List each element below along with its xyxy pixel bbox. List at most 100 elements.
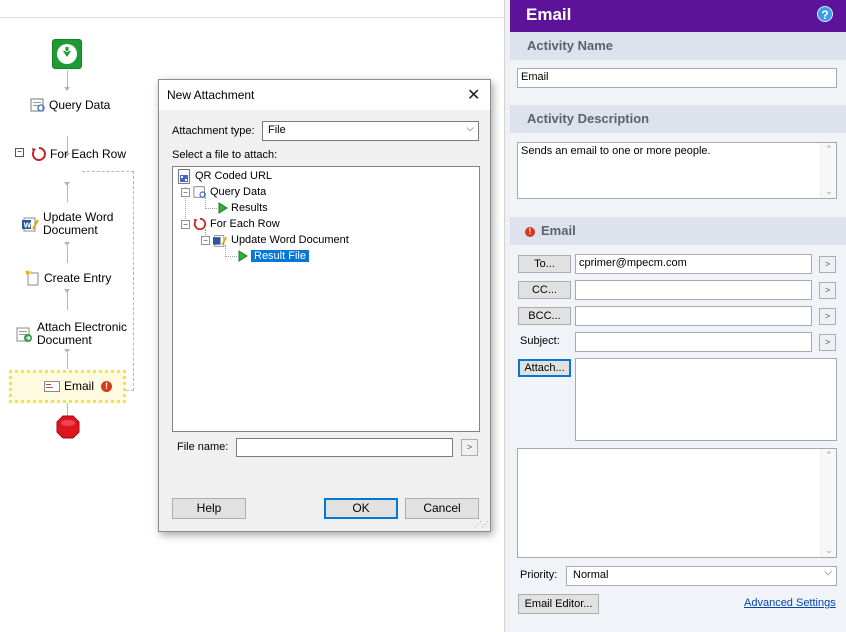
start-node[interactable] [52, 39, 82, 69]
cancel-button[interactable]: Cancel [405, 498, 479, 519]
activity-name-input[interactable]: Email [517, 68, 837, 88]
create-entry-icon [25, 270, 39, 286]
chevron-down-icon: ⌵ [466, 123, 474, 134]
email-body-input[interactable]: ⌃ ⌄ [517, 448, 837, 558]
warning-icon: ! [525, 227, 535, 237]
to-input[interactable]: cprimer@mpecm.com [575, 254, 812, 274]
attach-button[interactable]: Attach... [518, 359, 571, 377]
help-button[interactable]: Help [172, 498, 246, 519]
qr-code-icon [178, 168, 190, 184]
tree-item-qr-coded-url[interactable]: QR Coded URL [178, 168, 272, 184]
activity-description-text: Sends an email to one or more people. [521, 145, 711, 157]
attachments-list[interactable] [575, 358, 837, 441]
activity-name-heading: Activity Name [510, 32, 846, 60]
tree-item-result-file[interactable]: Result File [238, 248, 310, 264]
priority-label: Priority: [520, 569, 558, 581]
tree-item-query-data[interactable]: − Query Data [181, 184, 266, 200]
ok-button[interactable]: OK [324, 498, 398, 519]
activity-description-input[interactable]: Sends an email to one or more people. ⌃ ⌄ [517, 142, 837, 199]
subject-input[interactable] [575, 332, 812, 352]
node-label: Query Data [49, 97, 111, 112]
tree-item-results[interactable]: Results [218, 200, 268, 216]
loop-icon [193, 217, 207, 231]
attachment-type-label: Attachment type: [172, 125, 255, 137]
node-email[interactable]: Email ! [9, 370, 126, 403]
advanced-settings-link[interactable]: Advanced Settings [744, 597, 836, 609]
connector-arrow [64, 289, 70, 293]
collapse-toggle[interactable]: − [181, 219, 190, 229]
node-label: Email [64, 379, 95, 393]
connector-arrow [64, 182, 70, 186]
cc-expand-button[interactable]: > [819, 282, 836, 299]
file-tree[interactable]: QR Coded URL − Query Data Results − For … [172, 166, 480, 432]
bcc-input[interactable] [575, 306, 812, 326]
node-query-data[interactable]: Query Data [30, 97, 110, 113]
subject-label: Subject: [520, 335, 560, 347]
tree-label-selected: Result File [250, 249, 310, 263]
select-file-label: Select a file to attach: [172, 149, 278, 161]
connector-arrow [64, 242, 70, 246]
priority-value: Normal [573, 569, 609, 581]
word-document-icon [213, 234, 228, 247]
collapse-toggle[interactable]: − [201, 235, 210, 245]
chevron-down-icon: ⌵ [824, 567, 832, 578]
panel-title: Email [526, 5, 572, 24]
connector [67, 246, 68, 263]
activity-description-heading: Activity Description [510, 105, 846, 133]
bcc-button[interactable]: BCC... [518, 307, 571, 325]
node-create-entry[interactable]: Create Entry [25, 270, 111, 286]
tree-label: For Each Row [210, 218, 280, 230]
warning-icon: ! [101, 380, 113, 392]
loop-icon [31, 147, 46, 161]
node-label: For Each Row [50, 146, 127, 161]
file-name-browse-button[interactable]: > [461, 439, 478, 456]
connector-arrow [64, 349, 70, 353]
cc-button[interactable]: CC... [518, 281, 571, 299]
tree-label: QR Coded URL [195, 170, 273, 182]
email-section-label: Email [541, 223, 576, 238]
email-editor-button[interactable]: Email Editor... [518, 594, 599, 614]
attachment-type-select[interactable]: File ⌵ [262, 121, 479, 141]
play-arrow-icon [218, 202, 228, 214]
attachment-type-value: File [268, 124, 286, 136]
cc-input[interactable] [575, 280, 812, 300]
start-arrow-icon [57, 44, 77, 64]
to-button[interactable]: To... [518, 255, 571, 273]
svg-text:W: W [24, 222, 32, 230]
tree-guide [225, 256, 237, 257]
stop-icon[interactable] [56, 415, 80, 439]
tree-item-for-each-row[interactable]: − For Each Row [181, 216, 280, 232]
help-icon[interactable]: ? [817, 6, 833, 22]
properties-panel: Email ? Activity Name Email Activity Des… [510, 0, 846, 632]
node-for-each-row[interactable]: For Each Row [31, 146, 126, 162]
loop-collapse-toggle[interactable]: − [15, 148, 24, 157]
connector [67, 290, 68, 310]
tree-guide [205, 208, 217, 209]
file-name-input[interactable] [236, 438, 453, 457]
resize-grip-icon[interactable]: ⋰⋰ [474, 520, 489, 529]
word-document-icon: W [22, 217, 39, 232]
description-scrollbar[interactable]: ⌃ ⌄ [820, 143, 836, 198]
connector [67, 185, 68, 202]
query-data-icon [30, 98, 45, 112]
to-expand-button[interactable]: > [819, 256, 836, 273]
collapse-toggle[interactable]: − [181, 187, 190, 197]
body-scrollbar[interactable]: ⌃ ⌄ [820, 449, 836, 557]
panel-header: Email ? [510, 0, 846, 32]
canvas-top-strip [0, 0, 505, 18]
node-attach-electronic-document[interactable]: Attach Electronic Document [16, 321, 127, 347]
node-label: Create Entry [44, 270, 112, 285]
file-name-label: File name: [177, 441, 229, 453]
query-data-icon [193, 186, 206, 198]
attach-document-icon [16, 327, 32, 342]
subject-expand-button[interactable]: > [819, 334, 836, 351]
bcc-expand-button[interactable]: > [819, 308, 836, 325]
close-icon[interactable]: ✕ [467, 85, 480, 105]
tree-item-update-word-document[interactable]: − Update Word Document [201, 232, 349, 248]
priority-select[interactable]: Normal ⌵ [566, 566, 837, 586]
email-section-heading: ! Email [510, 217, 846, 245]
node-update-word-document[interactable]: W Update Word Document [22, 211, 113, 237]
dialog-titlebar: New Attachment ✕ [159, 80, 490, 110]
connector-arrow [64, 87, 70, 91]
node-label: Attach Electronic Document [37, 320, 128, 347]
